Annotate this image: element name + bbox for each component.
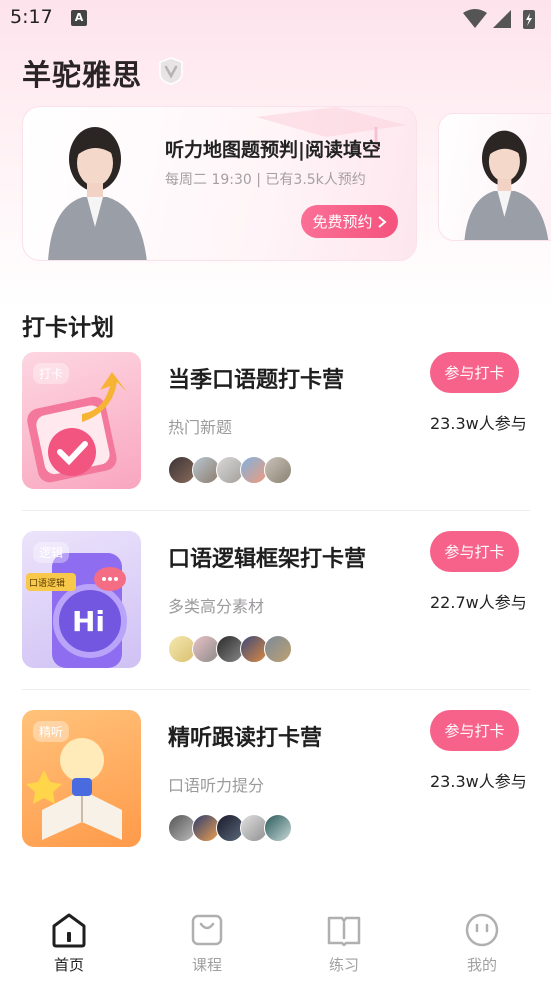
checkin-plan-item[interactable]: 口语逻辑 Hi 逻辑 口语逻辑框架打卡营 多类高分素材 参与打卡 22.7w人参… bbox=[22, 531, 530, 671]
live-course-title: 听力地图题预判|阅读填空 bbox=[165, 139, 381, 161]
checkin-plan-item[interactable]: 打卡 当季口语题打卡营 热门新题 参与打卡 23.3w人参与 bbox=[22, 352, 530, 492]
status-bar: 5:17 A bbox=[0, 0, 551, 38]
live-course-card-next[interactable] bbox=[438, 113, 551, 241]
join-checkin-button[interactable]: 参与打卡 bbox=[430, 710, 519, 751]
participant-avatars bbox=[168, 814, 308, 844]
nav-label-profile: 我的 bbox=[466, 956, 497, 974]
thumb-caption: 口语逻辑 bbox=[29, 579, 66, 589]
avatar bbox=[264, 814, 292, 842]
participant-count: 23.3w人参与 bbox=[430, 772, 527, 791]
plan-tag: 精听 bbox=[33, 721, 70, 742]
nav-label-course: 课程 bbox=[191, 956, 222, 974]
participant-count: 22.7w人参与 bbox=[430, 593, 527, 612]
chevron-right-icon bbox=[377, 215, 387, 228]
teacher-photo bbox=[48, 127, 147, 260]
profile-face-icon bbox=[465, 913, 499, 947]
teacher-photo bbox=[464, 130, 549, 240]
wifi-icon bbox=[463, 9, 487, 28]
participant-count: 23.3w人参与 bbox=[430, 414, 527, 433]
bottom-navigation: 首页 课程 练习 我的 bbox=[0, 900, 551, 981]
participant-avatars bbox=[168, 635, 308, 665]
course-bag-icon bbox=[191, 914, 223, 946]
nav-profile[interactable]: 我的 bbox=[442, 912, 522, 976]
notification-a-icon: A bbox=[71, 10, 87, 26]
plan-name: 当季口语题打卡营 bbox=[168, 368, 345, 393]
divider bbox=[22, 510, 530, 511]
plan-thumbnail: 口语逻辑 Hi 逻辑 bbox=[22, 531, 141, 668]
live-course-schedule: 每周二 19:30 | 已有3.5k人预约 bbox=[165, 172, 366, 188]
checkin-plan-item[interactable]: 精听 精听跟读打卡营 口语听力提分 参与打卡 23.3w人参与 bbox=[22, 710, 530, 850]
plan-name: 精听跟读打卡营 bbox=[168, 726, 323, 751]
plan-tag: 打卡 bbox=[33, 363, 70, 384]
plan-name: 口语逻辑框架打卡营 bbox=[168, 547, 367, 572]
nav-course[interactable]: 课程 bbox=[167, 912, 247, 976]
signal-icon bbox=[493, 10, 511, 28]
participant-avatars bbox=[168, 456, 308, 486]
nav-label-home: 首页 bbox=[53, 956, 84, 974]
plan-thumbnail: 精听 bbox=[22, 710, 141, 847]
thumb-hi-text: Hi bbox=[72, 605, 106, 638]
plan-description: 口语听力提分 bbox=[168, 776, 265, 795]
free-reserve-button[interactable]: 免费预约 bbox=[301, 205, 398, 238]
system-status-icons bbox=[463, 9, 535, 29]
status-time: 5:17 bbox=[10, 6, 53, 28]
nav-home[interactable]: 首页 bbox=[29, 912, 109, 976]
divider bbox=[22, 689, 530, 690]
plan-thumbnail: 打卡 bbox=[22, 352, 141, 489]
book-icon bbox=[327, 916, 361, 947]
plan-description: 热门新题 bbox=[168, 418, 233, 437]
nav-practice[interactable]: 练习 bbox=[304, 912, 384, 976]
vip-shield-icon[interactable] bbox=[156, 56, 186, 86]
section-title-checkin: 打卡计划 bbox=[22, 315, 114, 341]
app-title: 羊驼雅思 bbox=[22, 58, 143, 92]
live-course-card[interactable]: 听力地图题预判|阅读填空 每周二 19:30 | 已有3.5k人预约 免费预约 bbox=[22, 106, 417, 261]
join-checkin-button[interactable]: 参与打卡 bbox=[430, 352, 519, 393]
home-icon bbox=[52, 913, 86, 948]
join-checkin-button[interactable]: 参与打卡 bbox=[430, 531, 519, 572]
plan-description: 多类高分素材 bbox=[168, 597, 265, 616]
avatar bbox=[264, 635, 292, 663]
nav-label-practice: 练习 bbox=[328, 956, 359, 974]
avatar bbox=[264, 456, 292, 484]
free-reserve-label: 免费预约 bbox=[312, 213, 373, 231]
plan-tag: 逻辑 bbox=[33, 542, 70, 563]
